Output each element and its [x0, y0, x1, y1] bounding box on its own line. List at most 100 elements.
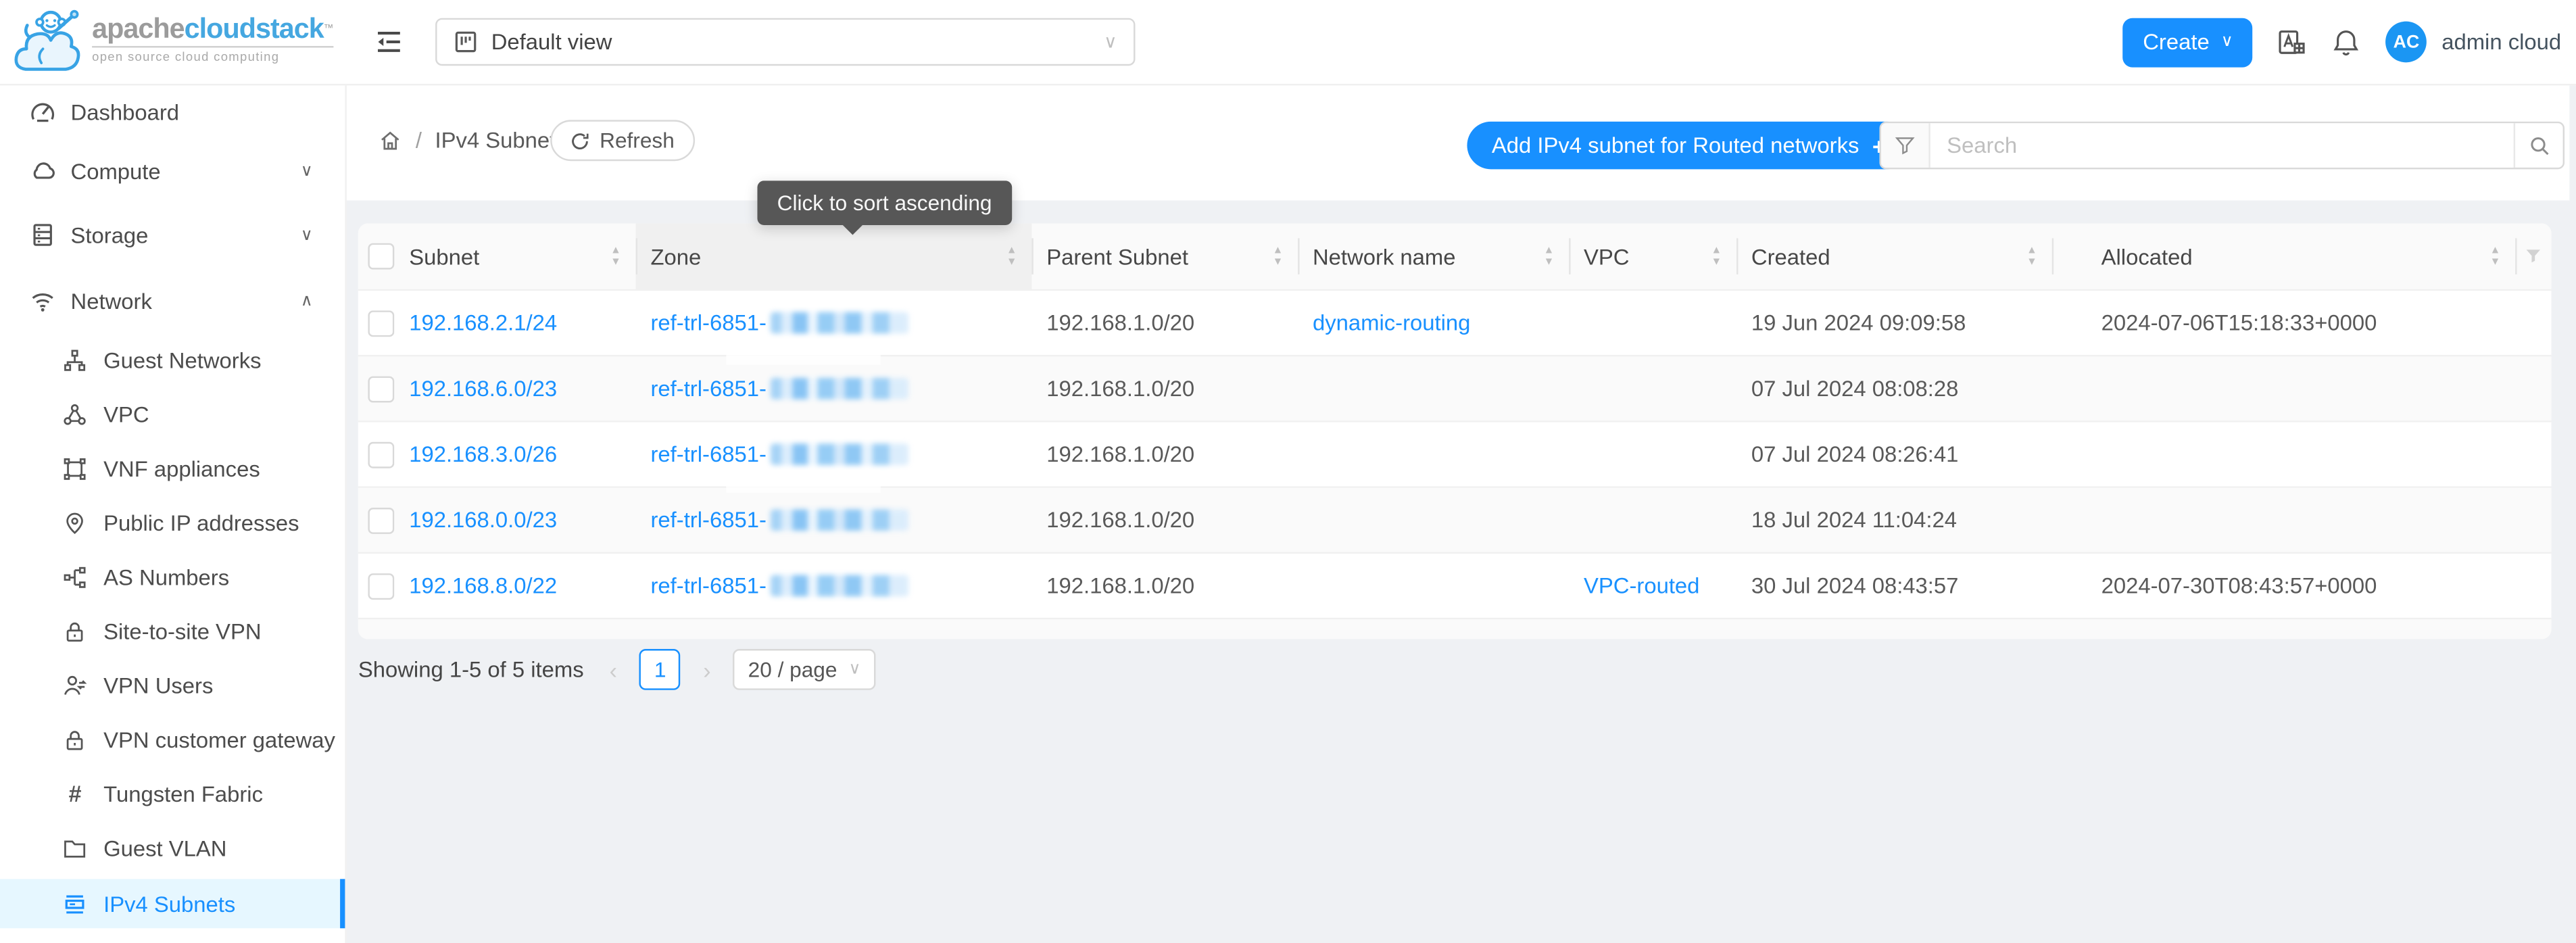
user-name[interactable]: admin cloud	[2441, 30, 2561, 54]
chevron-down-icon: ∨	[848, 660, 860, 679]
zone-link[interactable]: ref-trl-6851-	[650, 310, 907, 335]
sort-icons: ▲▼	[2490, 247, 2501, 266]
search-icon[interactable]	[2514, 123, 2563, 168]
parent-subnet-value: 192.168.1.0/20	[1046, 377, 1194, 401]
sidebar-collapse-icon[interactable]	[374, 28, 402, 55]
cloud-icon	[30, 158, 56, 184]
zone-link[interactable]: ref-trl-6851-	[650, 442, 907, 466]
sidebar-item-ipv4-subnets[interactable]: IPv4 Subnets	[0, 879, 345, 928]
sort-tooltip: Click to sort ascending	[757, 180, 1011, 225]
row-checkbox[interactable]	[368, 507, 394, 533]
sidebar-item-guest-vlan[interactable]: Guest VLAN	[0, 825, 345, 871]
wifi-icon	[30, 287, 56, 314]
chevron-down-icon: ∨	[1104, 31, 1117, 53]
sidebar-item-as-numbers[interactable]: AS Numbers	[0, 554, 345, 600]
table-row[interactable]: 192.168.8.0/22 ref-trl-6851- 192.168.1.0…	[358, 554, 2552, 619]
sidebar-item-site-to-site-vpn[interactable]: Site-to-site VPN	[0, 608, 345, 654]
filter-funnel-icon[interactable]	[1881, 123, 1930, 168]
table-row[interactable]: 192.168.3.0/26 ref-trl-6851- 192.168.1.0…	[358, 422, 2552, 488]
zone-link[interactable]: ref-trl-6851-	[650, 377, 907, 401]
location-pin-icon	[62, 510, 87, 535]
parent-subnet-value: 192.168.1.0/20	[1046, 442, 1194, 466]
table-row[interactable]: 192.168.2.1/24 ref-trl-6851- 192.168.1.0…	[358, 291, 2552, 356]
add-ipv4-subnet-button[interactable]: Add IPv4 subnet for Routed networks +	[1467, 122, 1910, 169]
zone-link[interactable]: ref-trl-6851-	[650, 508, 907, 532]
table-row[interactable]: 192.168.6.0/23 ref-trl-6851- 192.168.1.0…	[358, 356, 2552, 422]
parent-subnet-value: 192.168.1.0/20	[1046, 310, 1194, 335]
column-header-network-name[interactable]: Network name ▲▼	[1298, 224, 1569, 289]
search-input[interactable]	[1930, 123, 2514, 168]
redacted-zone-text	[770, 575, 908, 597]
column-header-subnet[interactable]: Subnet ▲▼	[394, 224, 635, 289]
redacted-zone-text	[770, 509, 908, 531]
column-header-vpc[interactable]: VPC ▲▼	[1569, 224, 1736, 289]
lock-icon	[62, 619, 87, 643]
sidebar-item-vpn-customer-gateway[interactable]: VPN customer gateway	[0, 717, 345, 763]
view-selector-dropdown[interactable]: Default view ∨	[435, 18, 1135, 66]
ipv4-subnets-icon	[62, 892, 87, 916]
subnet-link[interactable]: 192.168.3.0/26	[409, 442, 557, 466]
row-checkbox[interactable]	[368, 310, 394, 336]
sidebar-item-tungsten-fabric[interactable]: # Tungsten Fabric	[0, 771, 345, 817]
created-value: 30 Jul 2024 08:43:57	[1751, 573, 1959, 598]
column-header-allocated[interactable]: Allocated ▲▼	[2052, 224, 2515, 289]
chevron-right-icon[interactable]: ›	[697, 656, 716, 683]
top-bar: apachecloudstack™ open source cloud comp…	[0, 0, 2576, 85]
cloudstack-mascot-icon	[11, 5, 84, 74]
table-row[interactable]: 192.168.0.0/23 ref-trl-6851- 192.168.1.0…	[358, 488, 2552, 554]
row-checkbox[interactable]	[368, 441, 394, 468]
border-frame-icon	[62, 456, 87, 480]
select-all-checkbox[interactable]	[368, 243, 394, 270]
chevron-down-icon: ∨	[301, 162, 313, 180]
sidebar-item-vpn-users[interactable]: VPN Users	[0, 662, 345, 708]
sidebar-item-public-ip[interactable]: Public IP addresses	[0, 500, 345, 546]
cloudstack-app: apachecloudstack™ open source cloud comp…	[0, 0, 2576, 943]
logo-text: apachecloudstack™ open source cloud comp…	[92, 14, 333, 64]
column-filter-icon[interactable]	[2515, 224, 2551, 289]
home-icon[interactable]	[378, 128, 402, 153]
row-checkbox[interactable]	[368, 375, 394, 402]
language-translate-icon[interactable]	[2277, 27, 2307, 57]
column-header-zone[interactable]: Zone ▲▼	[636, 224, 1032, 289]
breadcrumb: / IPv4 Subnets	[378, 128, 567, 153]
table-header-row: Subnet ▲▼ Zone ▲▼ Parent Subnet ▲▼ Netwo…	[358, 224, 2552, 291]
subnet-link[interactable]: 192.168.8.0/22	[409, 573, 557, 598]
redaction-artifact	[726, 342, 880, 365]
sidebar-item-compute[interactable]: Compute ∨	[0, 148, 345, 194]
chevron-left-icon[interactable]: ‹	[604, 656, 623, 683]
sidebar-item-vnf-appliances[interactable]: VNF appliances	[0, 445, 345, 491]
cluster-icon	[62, 347, 87, 372]
zone-link[interactable]: ref-trl-6851-	[650, 573, 907, 598]
chevron-down-icon: ∨	[2221, 33, 2233, 51]
column-header-parent-subnet[interactable]: Parent Subnet ▲▼	[1031, 224, 1298, 289]
page-number-button[interactable]: 1	[639, 649, 681, 690]
create-button[interactable]: Create ∨	[2123, 18, 2253, 67]
sort-icons: ▲▼	[1006, 247, 1017, 266]
sort-icons: ▲▼	[610, 247, 621, 266]
ipv4-subnets-table: Subnet ▲▼ Zone ▲▼ Parent Subnet ▲▼ Netwo…	[358, 224, 2552, 639]
subnet-link[interactable]: 192.168.0.0/23	[409, 508, 557, 532]
row-checkbox[interactable]	[368, 573, 394, 599]
breadcrumb-separator: /	[416, 128, 422, 153]
sidebar-item-dashboard[interactable]: Dashboard	[0, 89, 345, 135]
sort-icons: ▲▼	[1544, 247, 1555, 266]
sidebar-item-network[interactable]: Network ∧	[0, 278, 345, 324]
subnet-link[interactable]: 192.168.6.0/23	[409, 377, 557, 401]
pagination-summary: Showing 1-5 of 5 items	[358, 657, 584, 681]
subnet-link[interactable]: 192.168.2.1/24	[409, 310, 557, 335]
redaction-artifact	[726, 470, 880, 493]
user-avatar[interactable]: AC	[2386, 22, 2427, 63]
as-cluster-icon	[62, 564, 87, 589]
notifications-bell-icon[interactable]	[2331, 27, 2361, 57]
sidebar-item-vpc[interactable]: VPC	[0, 391, 345, 437]
network-name-link[interactable]: dynamic-routing	[1313, 310, 1470, 335]
column-header-created[interactable]: Created ▲▼	[1736, 224, 2052, 289]
sidebar-item-guest-networks[interactable]: Guest Networks	[0, 337, 345, 383]
refresh-button[interactable]: Refresh	[550, 120, 694, 161]
created-value: 07 Jul 2024 08:26:41	[1751, 442, 1959, 466]
page-size-select[interactable]: 20 / page ∨	[733, 649, 875, 690]
cloudstack-logo: apachecloudstack™ open source cloud comp…	[11, 5, 333, 74]
vpc-link[interactable]: VPC-routed	[1584, 573, 1699, 598]
chevron-down-icon: ∨	[301, 226, 313, 244]
sidebar-item-storage[interactable]: Storage ∨	[0, 212, 345, 258]
